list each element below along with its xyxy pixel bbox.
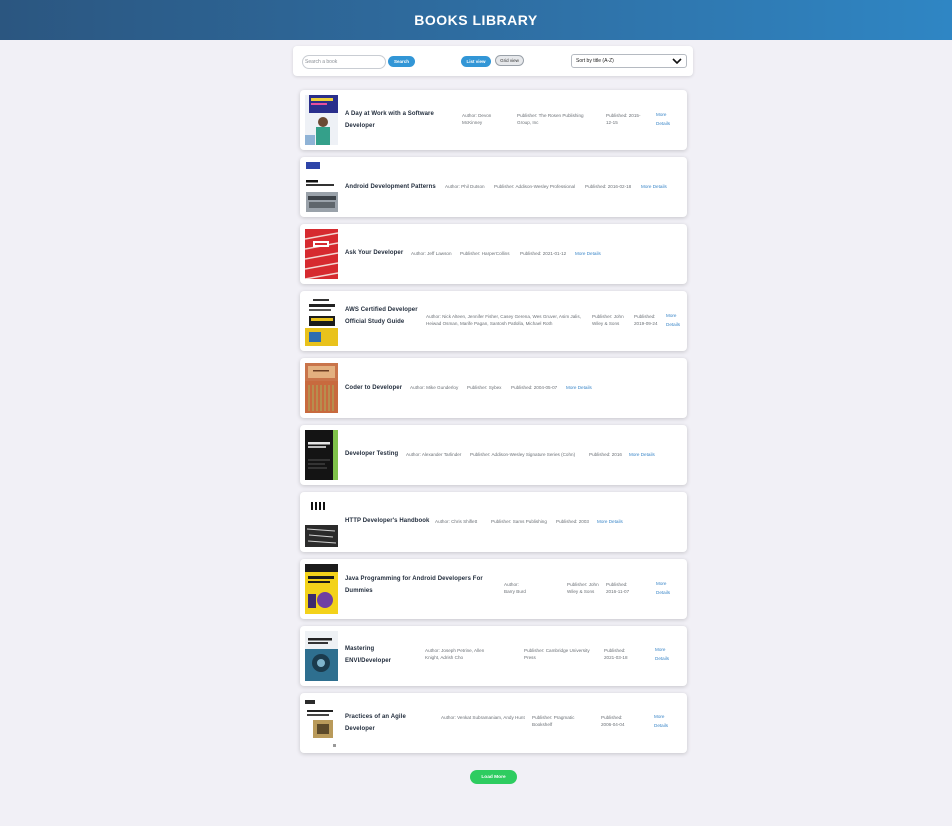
book-author: Author: Joseph Petrine, Allen Knight, Ad… — [425, 648, 485, 660]
list-view-button[interactable]: List view — [461, 56, 491, 67]
book-card: A Day at Work with a Software Developer … — [300, 90, 687, 150]
load-more-button[interactable]: Load More — [470, 770, 517, 784]
more-details-link[interactable]: More Details — [641, 183, 681, 192]
book-published: Published: 2019-09-24 — [634, 314, 658, 326]
more-details-link[interactable]: More Details — [655, 646, 675, 663]
book-published: Published: 2016 — [589, 451, 622, 457]
page-title: BOOKS LIBRARY — [414, 12, 538, 28]
book-publisher: Publisher: Pragmatic Bookshelf — [532, 715, 575, 727]
book-card: Android Development Patterns Author: Phi… — [300, 157, 687, 217]
book-cover — [305, 229, 338, 279]
book-card: Developer Testing Author: Alexander Tarl… — [300, 425, 687, 485]
book-published: Published: 2015-12-15 — [606, 113, 641, 125]
book-publisher: Publisher: Cambridge University Press — [524, 648, 590, 660]
book-published: Published: 2004-05-07 — [511, 384, 558, 390]
book-list: A Day at Work with a Software Developer … — [300, 90, 687, 760]
book-author: Author: Jeff Lawson — [411, 250, 452, 256]
more-details-link[interactable]: More Details — [629, 451, 669, 460]
book-author: Author: Nick Alteen, Jennifer Fisher, Ca… — [426, 314, 581, 326]
sort-selected-label: Sort by title (A-Z) — [576, 58, 614, 64]
book-publisher: Publisher: Sams Publishing — [491, 518, 547, 524]
book-author: Author: Venkat Subramaniam, Andy Hunt — [441, 715, 525, 720]
book-cover — [305, 430, 338, 480]
book-publisher: Publisher: The Rosen Publishing Group, I… — [517, 113, 584, 125]
book-title: A Day at Work with a Software Developer — [345, 111, 434, 129]
book-publisher: Publisher: John Wiley & Sons — [567, 582, 599, 594]
book-cover — [305, 497, 338, 547]
more-details-link[interactable]: More Details — [575, 250, 615, 259]
book-publisher: Publisher: John Wiley & Sons — [592, 314, 624, 326]
book-published: Published: 2021-01-12 — [520, 250, 567, 256]
book-cover — [305, 564, 338, 614]
search-input[interactable] — [302, 55, 386, 69]
book-cover — [305, 296, 338, 346]
book-card: Mastering ENVI/Developer Author: Joseph … — [300, 626, 687, 686]
book-title: AWS Certified Developer Official Study G… — [345, 307, 418, 325]
more-details-link[interactable]: More Details — [566, 384, 606, 393]
book-title: Android Development Patterns — [345, 184, 436, 190]
grid-view-button[interactable]: Grid view — [495, 55, 524, 66]
book-cover — [305, 363, 338, 413]
book-author: Author: Barry Burd — [504, 582, 526, 594]
book-title: Mastering ENVI/Developer — [345, 646, 392, 664]
book-author: Author: Devon McKinney — [462, 113, 492, 125]
book-card: Coder to Developer Author: Mike Gunderlo… — [300, 358, 687, 418]
book-author: Author: Mike Gunderloy — [410, 384, 459, 390]
sort-select[interactable]: Sort by title (A-Z) — [571, 54, 687, 68]
book-title: Java Programming for Android Developers … — [345, 576, 483, 594]
book-title: Coder to Developer — [345, 385, 403, 391]
more-details-link[interactable]: More Details — [656, 111, 678, 128]
book-published: Published: 2016-11-07 — [606, 582, 630, 594]
book-author: Author: Alexander Tarlinder — [406, 451, 462, 457]
book-published: Published: 2003 — [556, 518, 589, 524]
book-author: Author: Chris Shiflett — [435, 518, 478, 524]
app-header: BOOKS LIBRARY — [0, 0, 952, 40]
book-publisher: Publisher: Addison-Wesley Professional — [494, 183, 576, 189]
toolbar: Search List view Grid view Sort by title… — [293, 46, 693, 76]
book-cover — [305, 162, 338, 212]
book-cover — [305, 631, 338, 681]
book-card: Ask Your Developer Author: Jeff Lawson P… — [300, 224, 687, 284]
book-card: HTTP Developer's Handbook Author: Chris … — [300, 492, 687, 552]
book-title: HTTP Developer's Handbook — [345, 518, 430, 524]
book-publisher: Publisher: Addison-Wesley Signature Seri… — [470, 451, 576, 457]
book-publisher: Publisher: HarperCollins — [460, 250, 510, 256]
more-details-link[interactable]: More Details — [654, 713, 674, 730]
book-cover — [305, 95, 338, 145]
book-cover — [305, 698, 338, 748]
book-published: Published: 2016-02-18 — [585, 183, 632, 189]
book-card: Practices of an Agile Developer Author: … — [300, 693, 687, 753]
book-title: Developer Testing — [345, 451, 399, 457]
search-button[interactable]: Search — [388, 56, 415, 67]
book-card: Java Programming for Android Developers … — [300, 559, 687, 619]
book-title: Practices of an Agile Developer — [345, 714, 406, 732]
chevron-down-icon — [672, 58, 682, 64]
more-details-link[interactable]: More Details — [666, 312, 686, 329]
book-published: Published: 2006-04-04 — [601, 715, 625, 727]
book-published: Published: 2021-03-18 — [604, 648, 628, 660]
book-card: AWS Certified Developer Official Study G… — [300, 291, 687, 351]
book-title: Ask Your Developer — [345, 250, 404, 256]
more-details-link[interactable]: More Details — [597, 518, 637, 527]
more-details-link[interactable]: More Details — [656, 580, 676, 597]
